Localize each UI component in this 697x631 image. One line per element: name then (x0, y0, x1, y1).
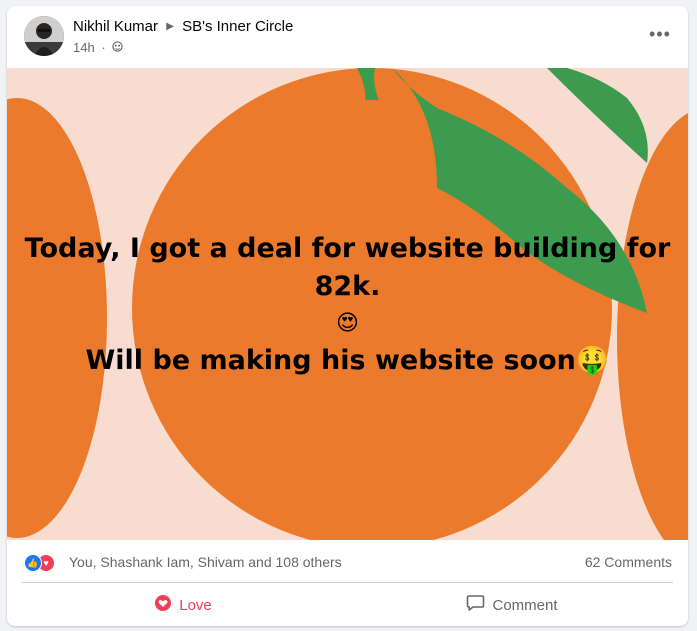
group-name[interactable]: SB's Inner Circle (182, 18, 293, 35)
post-actions: Love Comment (7, 584, 688, 626)
more-options-icon[interactable]: ••• (648, 24, 672, 44)
caret-right-icon: ▶ (166, 20, 174, 32)
comments-count[interactable]: 62 Comments (585, 554, 672, 570)
post-background: Today, I got a deal for website building… (7, 68, 688, 540)
love-label: Love (179, 596, 212, 614)
avatar[interactable] (24, 16, 64, 56)
post-text: Today, I got a deal for website building… (7, 230, 688, 380)
post-meta: 14h · (73, 39, 123, 55)
reaction-icons[interactable]: 👍 ♥ (24, 554, 64, 572)
divider (22, 582, 673, 583)
comment-label: Comment (492, 596, 558, 614)
like-reaction-icon: 👍 (24, 554, 42, 572)
author-line: Nikhil Kumar ▶ SB's Inner Circle (73, 17, 293, 35)
reactions-bar: 👍 ♥ You, Shashank Iam, Shivam and 108 ot… (7, 540, 688, 584)
love-icon (154, 594, 172, 616)
privacy-icon[interactable] (112, 40, 123, 55)
post-text-line-4: Will be making his website soon🤑 (85, 345, 610, 376)
reaction-summary[interactable]: You, Shashank Iam, Shivam and 108 others (69, 554, 342, 570)
comment-icon (466, 594, 485, 616)
post-text-line-1: Today, I got a deal for website building… (24, 233, 671, 264)
love-button[interactable]: Love (23, 588, 343, 622)
comment-button[interactable]: Comment (352, 588, 672, 622)
post-time[interactable]: 14h (73, 40, 95, 55)
post-header: Nikhil Kumar ▶ SB's Inner Circle 14h · •… (7, 6, 688, 68)
post-card: Nikhil Kumar ▶ SB's Inner Circle 14h · •… (7, 6, 688, 626)
post-text-line-2: 82k. (314, 271, 381, 302)
author-name[interactable]: Nikhil Kumar (73, 18, 158, 35)
meta-separator: · (101, 40, 106, 56)
post-text-line-3: 😍 (336, 311, 359, 336)
